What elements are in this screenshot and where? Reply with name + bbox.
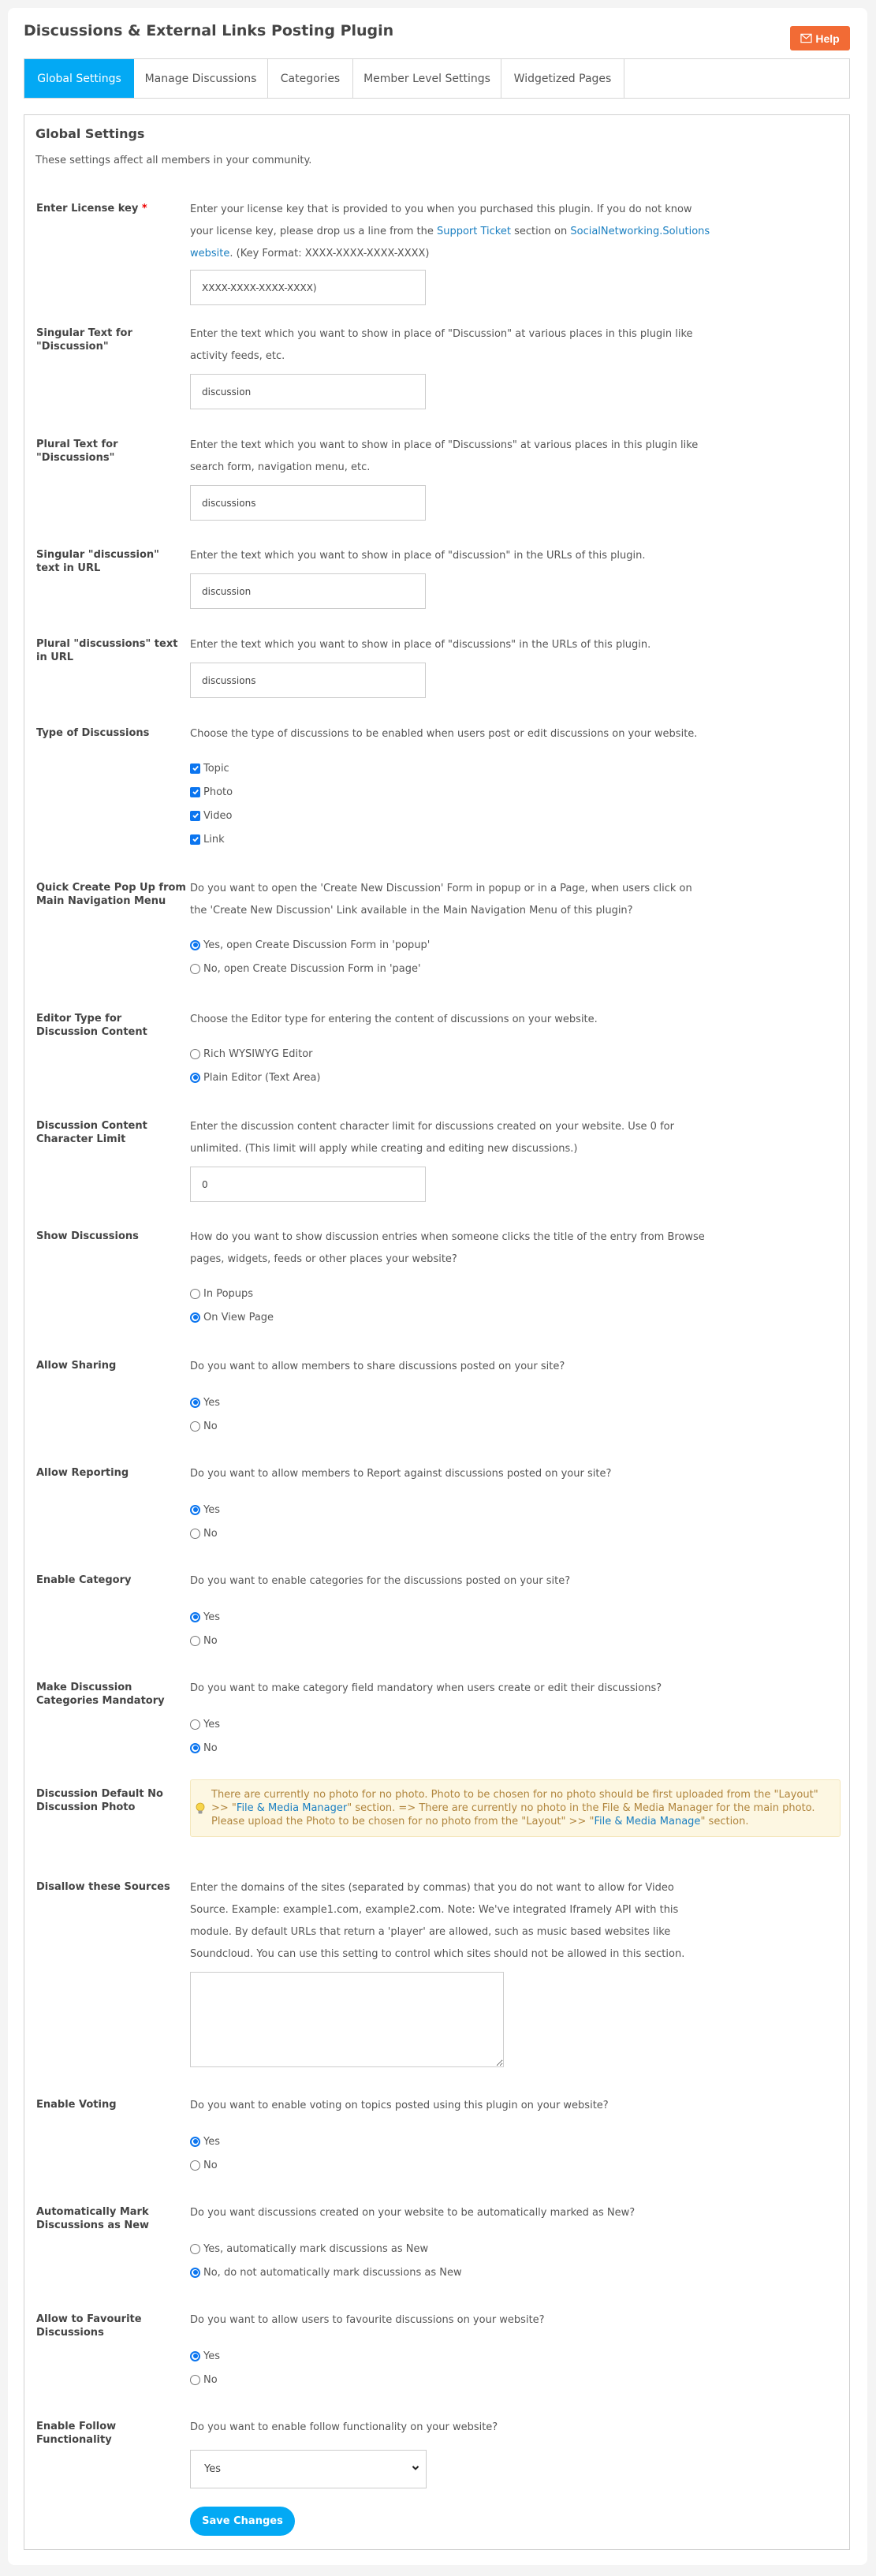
editor-type-label: Editor Type for Discussion Content [36,1013,147,1038]
follow-description: Do you want to enable follow functionali… [190,2421,498,2433]
tab-bar: Global Settings Manage Discussions Categ… [24,58,850,99]
follow-select[interactable]: Yes [190,2450,427,2488]
lightbulb-icon [196,1802,205,1814]
favourite-description: Do you want to allow users to favourite … [190,2314,545,2326]
favourite-label: Allow to Favourite Discussions [36,2313,142,2339]
voting-label: Enable Voting [36,2099,117,2111]
mark-new-description: Do you want discussions created on your … [190,2207,636,2219]
mark-new-label: Automatically Mark Discussions as New [36,2206,150,2231]
voting-yes-radio[interactable]: Yes [190,2130,837,2153]
tab-manage-discussions[interactable]: Manage Discussions [134,59,268,98]
disallow-sources-textarea[interactable] [190,1972,504,2067]
required-mark: * [141,203,147,215]
singular-text-label: Singular Text for "Discussion" [36,327,132,353]
quick-create-popup-radio[interactable]: Yes, open Create Discussion Form in 'pop… [190,933,837,957]
char-limit-label: Discussion Content Character Limit [36,1120,147,1145]
category-mandatory-no-radio[interactable]: No [190,1736,837,1760]
show-discussions-description: How do you want to show discussion entri… [190,1231,705,1265]
mark-new-no-radio[interactable]: No, do not automatically mark discussion… [190,2261,837,2284]
checkbox-checked-icon [190,810,200,821]
sharing-label: Allow Sharing [36,1360,117,1372]
singular-url-description: Enter the text which you want to show in… [190,550,646,562]
default-photo-label: Discussion Default No Discussion Photo [36,1788,163,1813]
help-button[interactable]: Help [790,26,850,50]
quick-create-page-radio[interactable]: No, open Create Discussion Form in 'page… [190,957,837,980]
types-description: Choose the type of discussions to be ena… [190,728,698,740]
plural-text-label: Plural Text for "Discussions" [36,439,118,464]
tab-widgetized-pages[interactable]: Widgetized Pages [501,59,624,98]
sharing-yes-radio[interactable]: Yes [190,1391,837,1414]
file-media-manager-link[interactable]: File & Media Manager [237,1802,347,1814]
singular-text-description: Enter the text which you want to show in… [190,328,693,362]
checkbox-checked-icon [190,786,200,797]
disallow-sources-description: Enter the domains of the sites (separate… [190,1882,685,1960]
quick-create-description: Do you want to open the 'Create New Disc… [190,883,692,917]
license-key-input[interactable] [190,270,426,305]
reporting-description: Do you want to allow members to Report a… [190,1468,612,1480]
reporting-label: Allow Reporting [36,1467,129,1479]
license-description: Enter your license key that is provided … [190,203,710,259]
category-yes-radio[interactable]: Yes [190,1605,837,1629]
no-photo-tip: There are currently no photo for no phot… [190,1779,841,1837]
category-label: Enable Category [36,1574,132,1586]
types-label: Type of Discussions [36,727,150,739]
singular-url-label: Singular "discussion" text in URL [36,549,159,574]
category-mandatory-label: Make Discussion Categories Mandatory [36,1682,165,1707]
help-label: Help [815,32,840,45]
type-photo-checkbox[interactable]: Photo [190,780,837,804]
plural-url-description: Enter the text which you want to show in… [190,639,651,651]
show-on-view-page-radio[interactable]: On View Page [190,1305,837,1329]
char-limit-description: Enter the discussion content character l… [190,1121,674,1155]
category-description: Do you want to enable categories for the… [190,1575,571,1587]
tab-member-level-settings[interactable]: Member Level Settings [353,59,501,98]
category-no-radio[interactable]: No [190,1629,837,1652]
favourite-yes-radio[interactable]: Yes [190,2344,837,2368]
follow-label: Enable Follow Functionality [36,2421,117,2446]
editor-rich-radio[interactable]: Rich WYSIWYG Editor [190,1042,837,1066]
support-ticket-link[interactable]: Support Ticket [437,226,511,237]
plural-url-input[interactable] [190,663,426,698]
sharing-description: Do you want to allow members to share di… [190,1361,565,1372]
show-in-popups-radio[interactable]: In Popups [190,1282,837,1305]
chevron-down-icon [412,2466,419,2470]
file-media-manage-link[interactable]: File & Media Manage [594,1816,700,1827]
type-video-checkbox[interactable]: Video [190,804,837,827]
license-label: Enter License key [36,203,139,215]
category-mandatory-yes-radio[interactable]: Yes [190,1712,837,1736]
tab-global-settings[interactable]: Global Settings [24,59,134,98]
disallow-sources-label: Disallow these Sources [36,1881,170,1893]
singular-url-input[interactable] [190,573,426,609]
form-intro: These settings affect all members in you… [35,155,312,166]
sharing-no-radio[interactable]: No [190,1414,837,1438]
save-changes-button[interactable]: Save Changes [190,2507,295,2536]
checkbox-checked-icon [190,834,200,845]
page-title: Discussions & External Links Posting Plu… [24,22,394,39]
category-mandatory-description: Do you want to make category field manda… [190,1682,662,1694]
editor-plain-radio[interactable]: Plain Editor (Text Area) [190,1066,837,1089]
reporting-yes-radio[interactable]: Yes [190,1498,837,1521]
voting-no-radio[interactable]: No [190,2153,837,2177]
type-link-checkbox[interactable]: Link [190,827,837,851]
editor-type-description: Choose the Editor type for entering the … [190,1014,598,1025]
char-limit-input[interactable] [190,1167,426,1202]
type-topic-checkbox[interactable]: Topic [190,756,837,780]
tab-categories[interactable]: Categories [268,59,353,98]
mark-new-yes-radio[interactable]: Yes, automatically mark discussions as N… [190,2237,837,2261]
plural-text-input[interactable] [190,485,426,521]
follow-select-value: Yes [204,2463,221,2475]
quick-create-label: Quick Create Pop Up from Main Navigation… [36,882,186,907]
mail-icon [800,33,812,43]
voting-description: Do you want to enable voting on topics p… [190,2100,609,2111]
show-discussions-label: Show Discussions [36,1230,139,1242]
plural-url-label: Plural "discussions" text in URL [36,638,178,663]
plural-text-description: Enter the text which you want to show in… [190,439,699,473]
checkbox-checked-icon [190,763,200,774]
singular-text-input[interactable] [190,374,426,409]
favourite-no-radio[interactable]: No [190,2368,837,2391]
reporting-no-radio[interactable]: No [190,1521,837,1545]
form-title: Global Settings [35,126,145,141]
